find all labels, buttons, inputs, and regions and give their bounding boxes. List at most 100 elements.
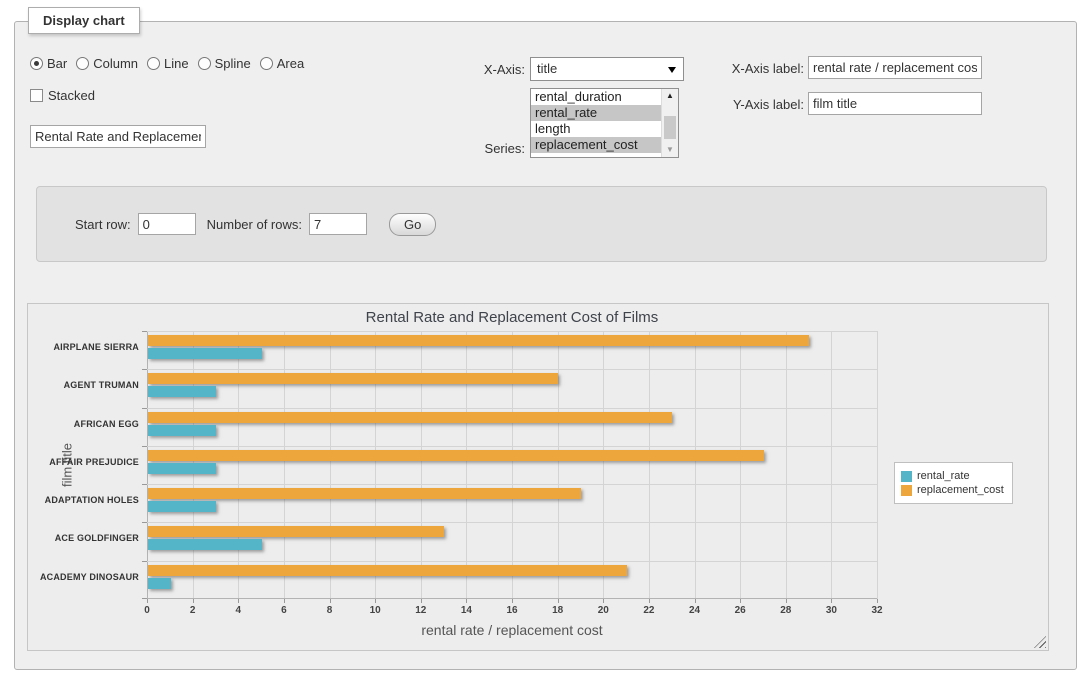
number-of-rows-input[interactable]	[309, 213, 367, 235]
x-axis-tick-label: 24	[677, 605, 713, 616]
x-axis-tick	[740, 599, 741, 603]
y-axis-label-caption: Y-Axis label:	[714, 97, 804, 112]
legend-item-replacement_cost[interactable]: replacement_cost	[901, 484, 1004, 496]
chart-type-radio-bar[interactable]	[30, 57, 43, 70]
gridline-v	[831, 331, 832, 599]
chart-type-radio-label: Bar	[47, 56, 67, 71]
y-axis-tick	[142, 561, 147, 562]
bar-rental_rate[interactable]	[148, 463, 216, 474]
x-axis-tick	[375, 599, 376, 603]
bar-rental_rate[interactable]	[148, 539, 262, 550]
x-axis-tick-label: 18	[540, 605, 576, 616]
scrollbar-up-icon[interactable]: ▲	[662, 89, 678, 103]
scrollbar-down-icon[interactable]: ▼	[662, 143, 678, 157]
category-label: AIRPLANE SIERRA	[28, 342, 139, 353]
x-axis-label-input[interactable]	[808, 56, 982, 79]
series-option-length[interactable]: length	[531, 121, 678, 137]
x-axis-tick-label: 28	[768, 605, 804, 616]
y-axis-tick	[142, 408, 147, 409]
series-scrollbar[interactable]: ▲ ▼	[661, 89, 678, 157]
x-axis-select[interactable]: title	[530, 57, 684, 81]
x-axis-tick	[238, 599, 239, 603]
chart-type-option: Line	[147, 56, 189, 71]
gridline-v	[603, 331, 604, 599]
category-axis-labels: AIRPLANE SIERRAAGENT TRUMANAFRICAN EGGAF…	[28, 331, 139, 599]
select-arrow-icon	[668, 67, 676, 73]
bar-replacement_cost[interactable]	[148, 373, 558, 384]
x-axis-tick	[695, 599, 696, 603]
chart-type-option: Column	[76, 56, 138, 71]
x-axis-tick-label: 30	[813, 605, 849, 616]
gridline-v	[466, 331, 467, 599]
gridline-v	[649, 331, 650, 599]
series-option-rental_duration[interactable]: rental_duration	[531, 89, 678, 105]
chart-panel: Rental Rate and Replacement Cost of Film…	[27, 303, 1049, 651]
category-label: AGENT TRUMAN	[28, 380, 139, 391]
chart-legend: rental_rate replacement_cost	[894, 462, 1013, 504]
category-label: AFFAIR PREJUDICE	[28, 457, 139, 468]
bar-replacement_cost[interactable]	[148, 526, 444, 537]
x-axis-label-caption: X-Axis label:	[714, 61, 804, 76]
bar-rental_rate[interactable]	[148, 425, 216, 436]
start-row-input[interactable]	[138, 213, 196, 235]
plot-area: rental rate / replacement cost 024681012…	[147, 331, 877, 599]
chart-type-radio-area[interactable]	[260, 57, 273, 70]
bar-replacement_cost[interactable]	[148, 335, 809, 346]
series-multiselect[interactable]: rental_durationrental_ratelengthreplacem…	[530, 88, 679, 158]
chart-type-radio-spline[interactable]	[198, 57, 211, 70]
bar-rental_rate[interactable]	[148, 386, 216, 397]
gridline-v	[238, 331, 239, 599]
chart-type-option: Spline	[198, 56, 251, 71]
chart-title: Rental Rate and Replacement Cost of Film…	[147, 309, 877, 326]
number-of-rows-label: Number of rows:	[207, 217, 302, 232]
y-axis-label-input[interactable]	[808, 92, 982, 115]
gridline-h	[147, 331, 877, 332]
page: Display chart BarColumnLineSplineArea St…	[0, 0, 1081, 681]
bar-rental_rate[interactable]	[148, 501, 216, 512]
bar-rental_rate[interactable]	[148, 348, 262, 359]
bar-rental_rate[interactable]	[148, 578, 171, 589]
category-label: ACE GOLDFINGER	[28, 533, 139, 544]
gridline-v	[740, 331, 741, 599]
x-axis-tick	[603, 599, 604, 603]
gridline-v	[421, 331, 422, 599]
stacked-checkbox[interactable]	[30, 89, 43, 102]
legend-item-rental_rate[interactable]: rental_rate	[901, 470, 1004, 482]
x-axis-tick-label: 16	[494, 605, 530, 616]
gridline-h	[147, 446, 877, 447]
x-axis-tick	[466, 599, 467, 603]
series-option-replacement_cost[interactable]: replacement_cost	[531, 137, 678, 153]
x-axis-tick-label: 26	[722, 605, 758, 616]
x-axis-tick-label: 12	[403, 605, 439, 616]
bar-replacement_cost[interactable]	[148, 565, 627, 576]
series-option-rental_rate[interactable]: rental_rate	[531, 105, 678, 121]
x-axis-tick	[512, 599, 513, 603]
y-axis-tick	[142, 598, 147, 599]
x-axis-tick-label: 2	[175, 605, 211, 616]
x-axis-tick	[786, 599, 787, 603]
go-button[interactable]: Go	[389, 213, 436, 236]
x-axis-tick	[330, 599, 331, 603]
scrollbar-thumb[interactable]	[664, 116, 676, 139]
legend-label: replacement_cost	[917, 484, 1004, 496]
bar-replacement_cost[interactable]	[148, 412, 672, 423]
x-axis-tick-label: 8	[312, 605, 348, 616]
x-axis-tick-label: 10	[357, 605, 393, 616]
chart-type-radio-label: Area	[277, 56, 304, 71]
x-axis-tick	[831, 599, 832, 603]
x-axis-tick	[284, 599, 285, 603]
chart-x-axis-title: rental rate / replacement cost	[147, 622, 877, 638]
x-axis-tick-label: 4	[220, 605, 256, 616]
chart-type-radio-label: Line	[164, 56, 189, 71]
chart-type-radio-column[interactable]	[76, 57, 89, 70]
resize-handle-icon[interactable]	[1034, 636, 1046, 648]
chart-title-input[interactable]	[30, 125, 206, 148]
bar-replacement_cost[interactable]	[148, 488, 581, 499]
chart-type-radio-line[interactable]	[147, 57, 160, 70]
legend-label: rental_rate	[917, 470, 970, 482]
gridline-h	[147, 561, 877, 562]
gridline-h	[147, 484, 877, 485]
y-axis-tick	[142, 522, 147, 523]
y-axis-tick	[142, 446, 147, 447]
bar-replacement_cost[interactable]	[148, 450, 764, 461]
